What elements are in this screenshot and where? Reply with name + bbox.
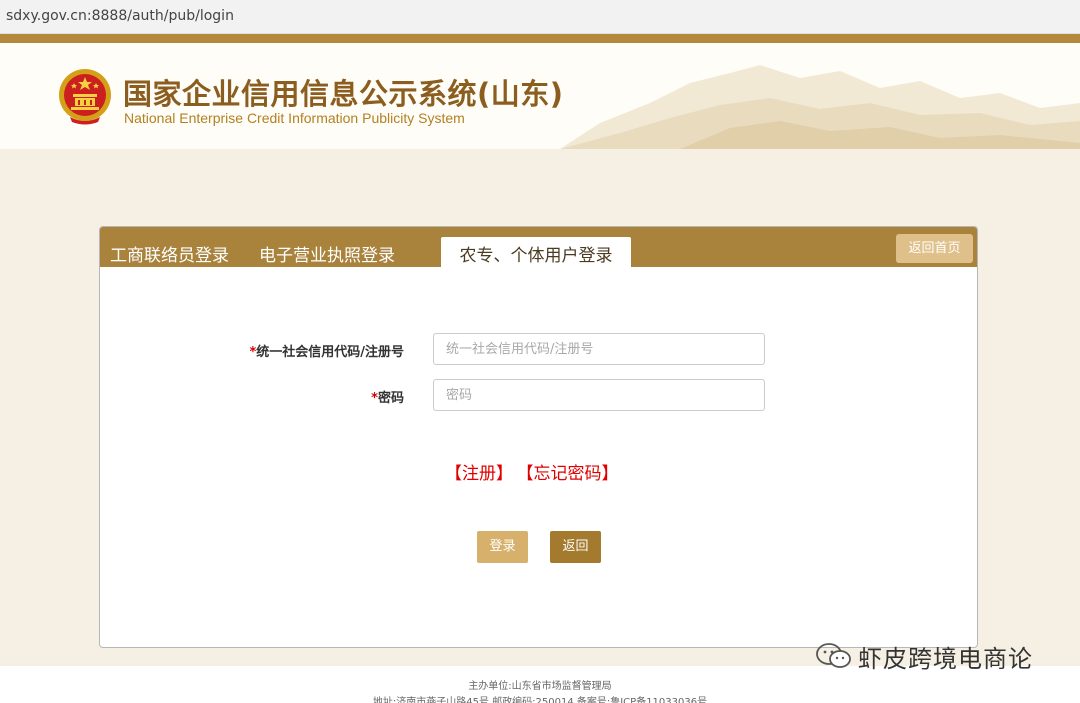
credit-code-label: *统一社会信用代码/注册号 xyxy=(249,341,404,360)
credit-code-input[interactable] xyxy=(433,333,765,365)
forgot-password-link[interactable]: 【忘记密码】 xyxy=(525,464,619,484)
site-header: 国家企业信用信息公示系统(山东) National Enterprise Cre… xyxy=(0,43,1080,149)
tab-e-license-login[interactable]: 电子营业执照登录 xyxy=(259,241,395,266)
back-button[interactable]: 返回 xyxy=(550,531,601,563)
wechat-icon xyxy=(816,643,851,668)
password-label-text: 密码 xyxy=(377,391,404,406)
footer-address: 地址:济南市燕子山路45号 邮政编码:250014 备案号:鲁ICP备11033… xyxy=(372,697,708,703)
watermark: 虾皮跨境电商论 xyxy=(814,640,1033,673)
watermark-text: 虾皮跨境电商论 xyxy=(858,644,1033,673)
national-emblem-icon xyxy=(59,69,111,125)
site-title-en: National Enterprise Credit Information P… xyxy=(124,110,465,126)
tab-liaison-login[interactable]: 工商联络员登录 xyxy=(110,241,229,266)
footer-organizer: 主办单位:山东省市场监督管理局 xyxy=(468,681,612,692)
login-tab-bar: 工商联络员登录 电子营业执照登录 农专、个体用户登录 返回首页 xyxy=(100,227,977,267)
mountain-background-image xyxy=(560,65,1080,149)
browser-address-bar[interactable]: sdxy.gov.cn:8888/auth/pub/login xyxy=(0,0,1080,34)
required-mark: * xyxy=(371,391,378,406)
password-input[interactable] xyxy=(433,379,765,411)
password-label: *密码 xyxy=(371,387,404,406)
site-title-cn: 国家企业信用信息公示系统(山东) xyxy=(123,77,564,111)
url-text[interactable]: sdxy.gov.cn:8888/auth/pub/login xyxy=(6,8,234,24)
login-panel: 工商联络员登录 电子营业执照登录 农专、个体用户登录 返回首页 *统一社会信用代… xyxy=(99,226,978,648)
return-home-button[interactable]: 返回首页 xyxy=(896,234,973,263)
credit-code-label-text: 统一社会信用代码/注册号 xyxy=(256,345,404,360)
account-links: 【注册】 【忘记密码】 xyxy=(445,459,631,484)
tab-individual-user-login[interactable]: 农专、个体用户登录 xyxy=(441,237,631,267)
header-top-stripe xyxy=(0,34,1080,43)
login-button[interactable]: 登录 xyxy=(477,531,528,563)
register-link[interactable]: 【注册】 xyxy=(445,464,513,484)
